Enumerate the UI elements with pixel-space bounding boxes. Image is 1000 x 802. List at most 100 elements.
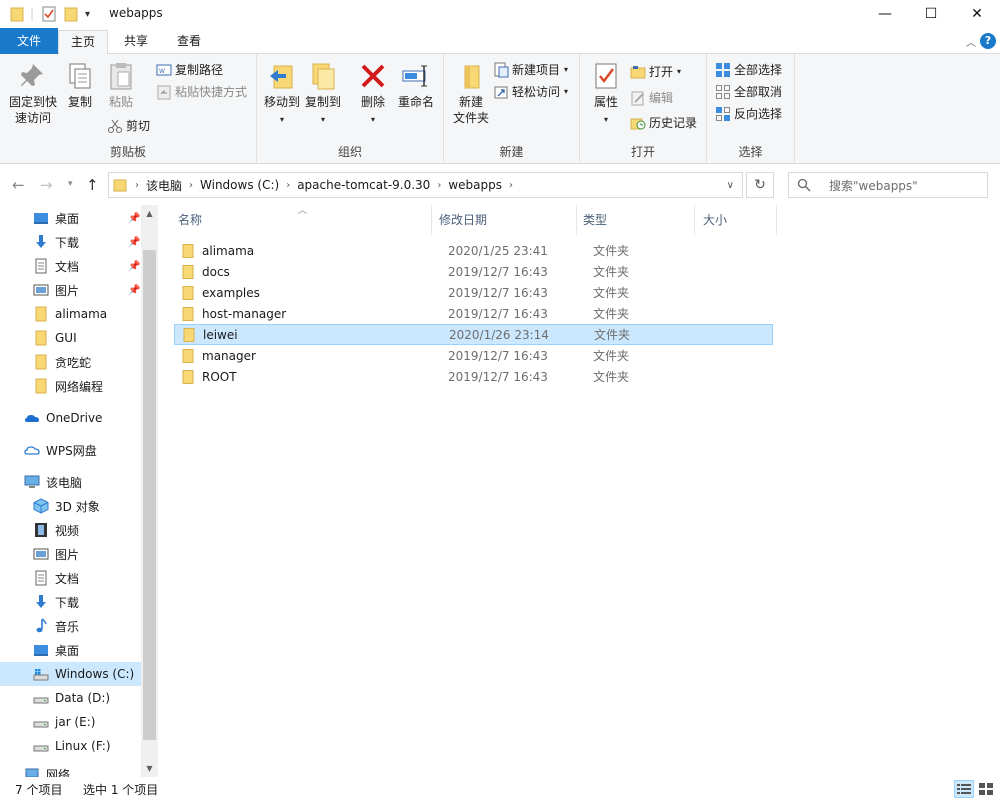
column-header-size[interactable]: 大小 [695,205,777,235]
history-button[interactable]: 历史记录 [630,113,697,133]
nav-item-this-pc[interactable]: 该电脑 [0,470,141,494]
nav-item-network[interactable]: 网络 [0,766,141,777]
copy-button[interactable]: 复制 [63,60,97,110]
up-button[interactable]: ↑ [86,176,99,194]
chevron-right-icon[interactable]: › [435,180,443,191]
search-box[interactable]: 搜索"webapps" [788,172,988,198]
forward-button[interactable]: → [40,176,53,194]
file-type: 文件夹 [593,286,630,300]
paste-button[interactable]: 粘贴 [104,60,138,110]
nav-item-downloads[interactable]: 下载 📌 [0,230,141,254]
pin-icon[interactable]: 📌 [128,213,140,224]
nav-label: 该电脑 [46,475,83,490]
move-to-button[interactable]: 移动到 ▾ [262,60,302,128]
copy-path-button[interactable]: W 复制路径 [156,60,223,80]
nav-item-pc-downloads[interactable]: 下载 [0,590,141,614]
rename-button[interactable]: 重命名 [395,60,437,110]
column-header-type[interactable]: 类型 [577,205,695,235]
maximize-button[interactable]: ☐ [908,0,954,28]
nav-item-gui[interactable]: GUI [0,326,141,350]
chevron-right-icon[interactable]: › [187,180,195,191]
folder-icon[interactable] [10,4,24,24]
pin-icon[interactable]: 📌 [128,285,140,296]
move-to-dropdown-icon: ▾ [279,115,284,124]
properties-quick-icon[interactable] [41,4,57,24]
copy-to-button[interactable]: 复制到 ▾ [303,60,343,128]
tab-home[interactable]: 主页 [58,30,108,56]
nav-item-snake[interactable]: 贪吃蛇 [0,350,141,374]
chevron-right-icon[interactable]: › [284,180,292,191]
breadcrumb-this-pc[interactable]: 该电脑 [141,177,187,194]
nav-item-music[interactable]: 音乐 [0,614,141,638]
nav-item-desktop[interactable]: 桌面 📌 [0,206,141,230]
details-view-button[interactable] [954,780,974,798]
address-bar[interactable]: › 该电脑 › Windows (C:) › apache-tomcat-9.0… [108,172,743,198]
copy-path-icon: W [156,64,172,76]
column-header-date[interactable]: 修改日期 [432,205,577,235]
file-row[interactable]: examples 2019/12/7 16:43 文件夹 [174,282,773,303]
new-folder-quick-icon[interactable] [64,4,78,24]
invert-selection-button[interactable]: 反向选择 [715,104,782,124]
breadcrumb-webapps[interactable]: webapps [443,178,507,192]
nav-item-wps[interactable]: WPS网盘 [0,438,141,462]
customize-quick-access-icon[interactable]: ▾ [85,4,90,24]
nav-item-videos[interactable]: 视频 [0,518,141,542]
nav-item-drive-d[interactable]: Data (D:) [0,686,141,710]
nav-item-pictures[interactable]: 图片 📌 [0,278,141,302]
edit-button[interactable]: 编辑 [630,88,673,108]
new-folder-button[interactable]: 新建 文件夹 [448,60,494,126]
tab-share[interactable]: 共享 [112,30,160,54]
large-icons-view-button[interactable] [976,780,996,798]
chevron-right-icon[interactable]: › [507,180,515,191]
scroll-down-icon[interactable]: ▼ [141,760,158,777]
folder-icon [182,243,194,258]
easy-access-button[interactable]: 轻松访问 ▾ [493,82,568,102]
nav-item-drive-e[interactable]: jar (E:) [0,710,141,734]
nav-item-3d-objects[interactable]: 3D 对象 [0,494,141,518]
collapse-ribbon-icon[interactable]: ︿ [966,34,976,49]
tab-view[interactable]: 查看 [165,30,213,54]
select-none-button[interactable]: 全部取消 [715,82,782,102]
select-all-button[interactable]: 全部选择 [715,60,782,80]
nav-item-network-programming[interactable]: 网络编程 [0,374,141,398]
delete-button[interactable]: 删除 ▾ [355,60,391,128]
nav-item-pc-documents[interactable]: 文档 [0,566,141,590]
recent-locations-icon[interactable]: ▾ [68,179,73,189]
minimize-button[interactable]: — [862,0,908,28]
file-row[interactable]: docs 2019/12/7 16:43 文件夹 [174,261,773,282]
breadcrumb-tomcat[interactable]: apache-tomcat-9.0.30 [292,178,435,192]
help-icon[interactable]: ? [980,33,996,49]
new-item-button[interactable]: 新建项目 ▾ [493,60,568,80]
address-history-dropdown-icon[interactable]: ∨ [727,180,734,191]
paste-shortcut-button[interactable]: 粘贴快捷方式 [156,82,247,102]
scroll-up-icon[interactable]: ▲ [141,205,158,222]
file-row[interactable]: alimama 2020/1/25 23:41 文件夹 [174,240,773,261]
nav-item-drive-c[interactable]: Windows (C:) [0,662,141,686]
file-row-selected[interactable]: leiwei 2020/1/26 23:14 文件夹 [174,324,773,345]
pin-icon[interactable]: 📌 [128,237,140,248]
pin-icon[interactable]: 📌 [128,261,140,272]
tab-file[interactable]: 文件 [0,28,58,54]
nav-item-pc-desktop[interactable]: 桌面 [0,638,141,662]
nav-item-drive-f[interactable]: Linux (F:) [0,734,141,758]
file-row[interactable]: ROOT 2019/12/7 16:43 文件夹 [174,366,773,387]
column-header-name[interactable]: 名称 [160,205,432,235]
scissors-icon [108,119,122,133]
nav-scroll-thumb[interactable] [143,250,156,740]
file-row[interactable]: host-manager 2019/12/7 16:43 文件夹 [174,303,773,324]
nav-item-onedrive[interactable]: OneDrive [0,406,141,430]
refresh-button[interactable]: ↻ [746,172,774,198]
close-button[interactable]: ✕ [954,0,1000,28]
nav-item-documents[interactable]: 文档 📌 [0,254,141,278]
cut-button[interactable]: 剪切 [107,116,150,136]
breadcrumb-drive-c[interactable]: Windows (C:) [195,178,284,192]
nav-item-alimama[interactable]: alimama [0,302,141,326]
nav-item-pc-pictures[interactable]: 图片 [0,542,141,566]
file-row[interactable]: manager 2019/12/7 16:43 文件夹 [174,345,773,366]
back-button[interactable]: ← [12,176,25,194]
chevron-right-icon[interactable]: › [133,180,141,191]
properties-button[interactable]: 属性 ▾ [590,60,622,128]
pin-quick-access-button[interactable]: 固定到快 速访问 [6,60,60,126]
easy-access-dropdown-icon: ▾ [564,87,569,96]
open-button[interactable]: 打开 ▾ [630,62,681,82]
